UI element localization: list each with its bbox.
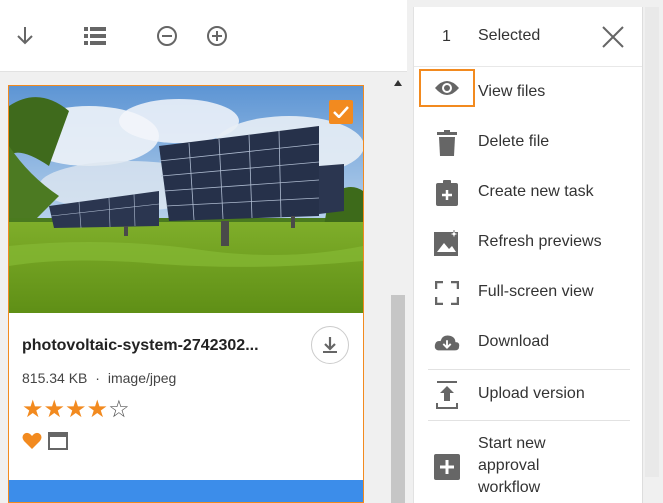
rating-stars[interactable]: ★★★★☆ bbox=[22, 396, 130, 424]
list-view-icon[interactable] bbox=[81, 22, 109, 50]
menu-label: Refresh previews bbox=[478, 233, 602, 250]
star-filled-icon[interactable]: ★ bbox=[87, 396, 109, 423]
meta-separator: · bbox=[95, 370, 100, 386]
star-filled-icon[interactable]: ★ bbox=[22, 396, 44, 423]
file-card[interactable]: photovoltaic-system-2742302... 815.34 KB… bbox=[8, 85, 364, 503]
card-actions bbox=[22, 432, 68, 455]
menu-download[interactable]: Download bbox=[414, 319, 643, 369]
window-icon[interactable] bbox=[48, 432, 68, 455]
menu-label: View files bbox=[478, 83, 546, 100]
panel-scrollbar-thumb[interactable] bbox=[645, 7, 659, 477]
arrow-down-icon[interactable] bbox=[11, 22, 39, 50]
selection-header: 1 Selected bbox=[414, 7, 643, 67]
add-box-icon bbox=[434, 453, 460, 481]
menu-label-line1: Start new bbox=[478, 435, 546, 452]
menu-label: Full-screen view bbox=[478, 283, 594, 300]
file-thumbnail[interactable] bbox=[9, 86, 363, 313]
menu-divider bbox=[428, 420, 630, 421]
star-filled-icon[interactable]: ★ bbox=[44, 396, 66, 423]
close-icon[interactable] bbox=[600, 24, 626, 50]
download-button[interactable] bbox=[311, 326, 349, 364]
star-filled-icon[interactable]: ★ bbox=[65, 396, 87, 423]
panel-scrollbar[interactable] bbox=[642, 7, 663, 503]
menu-delete-file[interactable]: Delete file bbox=[414, 119, 643, 169]
file-name[interactable]: photovoltaic-system-2742302... bbox=[22, 337, 307, 355]
upload-icon bbox=[434, 381, 460, 409]
selection-panel: 1 Selected View files Delete file Create… bbox=[413, 7, 643, 503]
menu-fullscreen[interactable]: Full-screen view bbox=[414, 269, 643, 319]
menu-refresh-previews[interactable]: Refresh previews bbox=[414, 219, 643, 269]
zoom-out-icon[interactable] bbox=[153, 22, 181, 50]
download-icon bbox=[323, 337, 337, 353]
menu-divider bbox=[428, 369, 630, 370]
eye-icon bbox=[419, 69, 475, 107]
menu-label-line3: workflow bbox=[478, 479, 541, 496]
card-status-bar bbox=[9, 480, 363, 502]
menu-start-approval[interactable]: Start new approval workflow bbox=[414, 423, 643, 503]
menu-upload-version[interactable]: Upload version bbox=[414, 371, 643, 421]
selected-checkbox[interactable] bbox=[329, 100, 353, 124]
scroll-up-arrow[interactable] bbox=[391, 78, 405, 88]
file-size: 815.34 KB bbox=[22, 370, 88, 386]
menu-label: Download bbox=[478, 333, 550, 350]
trash-icon bbox=[434, 129, 460, 157]
file-grid: photovoltaic-system-2742302... 815.34 KB… bbox=[0, 73, 407, 503]
file-meta: 815.34 KB · image/jpeg bbox=[22, 370, 176, 386]
cloud-download-icon bbox=[434, 329, 460, 357]
selected-count: 1 bbox=[442, 28, 451, 45]
star-empty-icon[interactable]: ☆ bbox=[108, 396, 130, 423]
menu-label-line2: approval bbox=[478, 457, 540, 474]
clipboard-plus-icon bbox=[434, 179, 460, 207]
menu-label: Delete file bbox=[478, 133, 550, 150]
menu-create-task[interactable]: Create new task bbox=[414, 169, 643, 219]
scrollbar-thumb[interactable] bbox=[391, 295, 405, 503]
menu-label: Create new task bbox=[478, 183, 594, 200]
file-type: image/jpeg bbox=[107, 370, 177, 386]
selected-label: Selected bbox=[478, 27, 541, 44]
menu-view-files[interactable]: View files bbox=[414, 69, 643, 119]
menu-label: Upload version bbox=[478, 385, 585, 402]
toolbar bbox=[0, 0, 407, 72]
image-refresh-icon bbox=[434, 229, 460, 257]
fullscreen-icon bbox=[434, 279, 460, 307]
heart-icon[interactable] bbox=[22, 432, 42, 455]
zoom-in-icon[interactable] bbox=[203, 22, 231, 50]
